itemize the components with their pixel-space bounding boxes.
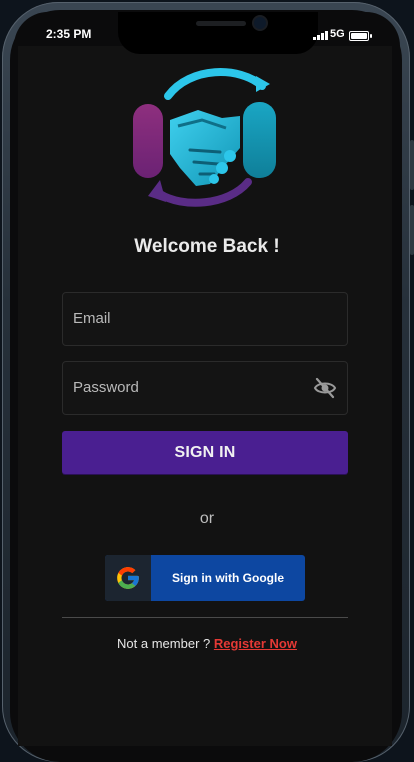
speaker — [196, 21, 246, 26]
email-placeholder: Email — [73, 310, 111, 327]
status-time: 2:35 PM — [46, 27, 92, 41]
sign-in-button[interactable]: SIGN IN — [62, 431, 348, 474]
battery-icon — [349, 31, 372, 41]
email-field[interactable]: Email — [62, 292, 348, 346]
register-prompt: Not a member ? Register Now — [0, 636, 414, 651]
welcome-title: Welcome Back ! — [134, 236, 280, 257]
phone-side-button — [410, 140, 414, 190]
password-field[interactable]: Password — [62, 361, 348, 415]
app-logo — [133, 68, 276, 207]
google-button-label: Sign in with Google — [172, 571, 284, 585]
or-separator: or — [199, 510, 215, 527]
network-label: 5G — [330, 28, 345, 40]
eye-off-icon[interactable] — [313, 377, 337, 399]
front-camera — [254, 17, 266, 29]
register-now-link[interactable]: Register Now — [214, 636, 297, 651]
google-sign-in-button[interactable]: Sign in with Google — [105, 555, 305, 601]
signal-icon — [313, 31, 328, 40]
google-icon — [105, 555, 151, 601]
register-prompt-text: Not a member ? — [117, 636, 214, 651]
password-placeholder: Password — [73, 379, 139, 396]
divider — [62, 617, 348, 618]
notch — [118, 12, 318, 54]
